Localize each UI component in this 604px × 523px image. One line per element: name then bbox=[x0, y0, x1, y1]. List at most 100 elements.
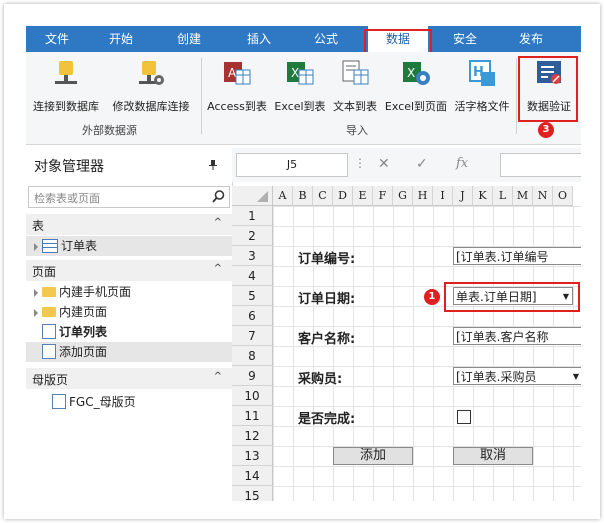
tab-security[interactable]: 安全 bbox=[442, 26, 488, 52]
section-header-tables[interactable]: 表 ^ bbox=[26, 214, 232, 235]
column-header[interactable]: O bbox=[553, 186, 573, 206]
collapse-icon[interactable]: ^ bbox=[214, 217, 222, 228]
section-title-pages: 页面 bbox=[32, 265, 57, 279]
huozige-file-label: 活字格文件 bbox=[454, 100, 510, 113]
search-icon[interactable] bbox=[212, 190, 225, 203]
section-header-master-pages[interactable]: 母版页 ^ bbox=[26, 368, 232, 389]
row-header[interactable]: 1 bbox=[232, 206, 273, 226]
formula-input[interactable] bbox=[500, 153, 581, 177]
row-header[interactable]: 2 bbox=[232, 226, 273, 246]
excel-to-page-button[interactable]: X Excel到页面 bbox=[382, 58, 450, 113]
completed-checkbox[interactable] bbox=[457, 410, 471, 424]
confirm-icon[interactable]: ✓ bbox=[416, 156, 428, 172]
row-header[interactable]: 14 bbox=[232, 466, 273, 486]
form-label: 客户名称: bbox=[298, 332, 356, 347]
section-header-pages[interactable]: 页面 ^ bbox=[26, 260, 232, 281]
more-options-icon[interactable]: ⋮ bbox=[354, 156, 366, 170]
field-text: [订单表.客户名称 bbox=[456, 330, 549, 344]
add-button[interactable]: 添加 bbox=[333, 447, 413, 465]
expand-arrow-icon[interactable] bbox=[34, 288, 38, 297]
group-label-external-data: 外部数据源 bbox=[82, 124, 137, 137]
column-header[interactable]: A bbox=[273, 186, 293, 206]
cancel-icon[interactable]: ✕ bbox=[378, 156, 390, 172]
collapse-icon[interactable]: ^ bbox=[214, 263, 222, 274]
pin-icon[interactable] bbox=[209, 159, 217, 170]
row-header[interactable]: 15 bbox=[232, 486, 273, 501]
list-item-mobile-pages[interactable]: 内建手机页面 bbox=[34, 282, 131, 302]
row-header[interactable]: 4 bbox=[232, 266, 273, 286]
tab-create[interactable]: 创建 bbox=[166, 26, 212, 52]
row-header[interactable]: 5 bbox=[232, 286, 273, 306]
list-item-order-list[interactable]: 订单列表 bbox=[42, 322, 107, 342]
column-header[interactable]: K bbox=[473, 186, 493, 206]
excel-page-icon: X bbox=[401, 58, 431, 88]
field-text: [订单表.采购员 bbox=[456, 370, 537, 384]
huozige-file-button[interactable]: H 活字格文件 bbox=[452, 58, 512, 113]
ribbon-separator bbox=[516, 58, 517, 134]
column-header[interactable]: B bbox=[293, 186, 313, 206]
column-header[interactable]: E bbox=[353, 186, 373, 206]
column-header[interactable]: L bbox=[493, 186, 513, 206]
column-header[interactable]: G bbox=[393, 186, 413, 206]
list-item-master-page[interactable]: FGC_母版页 bbox=[52, 392, 136, 412]
tab-home[interactable]: 开始 bbox=[98, 26, 144, 52]
spreadsheet-grid[interactable]: A B C D E F G H I J K L M N O 1 2 3 4 5 6 7 8 9 10 11 12 13 14 15 订单编号… bbox=[232, 186, 581, 501]
row-header[interactable]: 10 bbox=[232, 386, 273, 406]
folder-icon bbox=[42, 306, 56, 317]
column-header[interactable]: F bbox=[373, 186, 393, 206]
select-all-corner[interactable] bbox=[232, 186, 273, 206]
connect-database-label: 连接到数据库 bbox=[33, 100, 99, 113]
row-header[interactable]: 8 bbox=[232, 346, 273, 366]
access-to-table-button[interactable]: A Access到表 bbox=[204, 58, 270, 113]
customer-name-field[interactable]: [订单表.客户名称 bbox=[453, 327, 581, 345]
column-header[interactable]: I bbox=[433, 186, 453, 206]
column-header[interactable]: C bbox=[313, 186, 333, 206]
collapse-icon[interactable]: ^ bbox=[214, 371, 222, 382]
connect-database-button[interactable]: 连接到数据库 bbox=[30, 58, 102, 113]
function-icon[interactable]: fx bbox=[456, 156, 468, 171]
column-header[interactable]: H bbox=[413, 186, 433, 206]
list-item-add-page[interactable]: 添加页面 bbox=[26, 342, 232, 362]
cell-name-box[interactable]: J5 bbox=[236, 153, 348, 177]
page-icon bbox=[42, 344, 56, 359]
column-header[interactable]: N bbox=[533, 186, 553, 206]
ribbon-separator bbox=[201, 58, 202, 134]
cancel-button[interactable]: 取消 bbox=[453, 447, 533, 465]
column-header[interactable]: M bbox=[513, 186, 533, 206]
column-header[interactable]: J bbox=[453, 186, 473, 206]
form-label: 订单日期: bbox=[298, 292, 356, 307]
row-header[interactable]: 7 bbox=[232, 326, 273, 346]
item-label: FGC_母版页 bbox=[69, 395, 136, 409]
item-label: 订单表 bbox=[61, 239, 98, 253]
row-header[interactable]: 9 bbox=[232, 366, 273, 386]
access-table-icon: A bbox=[222, 58, 252, 88]
tab-publish[interactable]: 发布 bbox=[508, 26, 554, 52]
formula-bar: J5 ⋮ ✕ ✓ fx bbox=[232, 148, 581, 182]
list-item-builtin-pages[interactable]: 内建页面 bbox=[34, 302, 107, 322]
row-header[interactable]: 11 bbox=[232, 406, 273, 426]
column-header[interactable]: D bbox=[333, 186, 353, 206]
row-header[interactable]: 3 bbox=[232, 246, 273, 266]
item-label: 添加页面 bbox=[59, 345, 108, 359]
row-header[interactable]: 12 bbox=[232, 426, 273, 446]
expand-arrow-icon[interactable] bbox=[34, 242, 38, 251]
modify-connection-label: 修改数据库连接 bbox=[112, 100, 190, 113]
tab-file[interactable]: 文件 bbox=[34, 26, 80, 52]
excel-to-table-button[interactable]: X Excel到表 bbox=[272, 58, 328, 113]
huozige-file-icon: H bbox=[467, 58, 497, 88]
section-title-master-pages: 母版页 bbox=[32, 373, 69, 387]
text-to-table-button[interactable]: 文本到表 bbox=[330, 58, 380, 113]
modify-connection-button[interactable]: 修改数据库连接 bbox=[108, 58, 194, 113]
order-number-field[interactable]: [订单表.订单编号 bbox=[453, 247, 581, 265]
list-item-order-table[interactable]: 订单表 bbox=[26, 236, 232, 256]
buyer-field[interactable]: [订单表.采购员 ▼ bbox=[453, 367, 581, 385]
dropdown-arrow-icon[interactable]: ▼ bbox=[573, 368, 579, 384]
expand-arrow-icon[interactable] bbox=[34, 308, 38, 317]
row-header[interactable]: 6 bbox=[232, 306, 273, 326]
database-icon bbox=[51, 58, 81, 88]
search-placeholder: 检索表或页面 bbox=[34, 192, 100, 205]
tab-formula[interactable]: 公式 bbox=[303, 26, 349, 52]
search-input[interactable]: 检索表或页面 bbox=[28, 186, 230, 208]
tab-insert[interactable]: 插入 bbox=[236, 26, 282, 52]
row-header[interactable]: 13 bbox=[232, 446, 273, 466]
